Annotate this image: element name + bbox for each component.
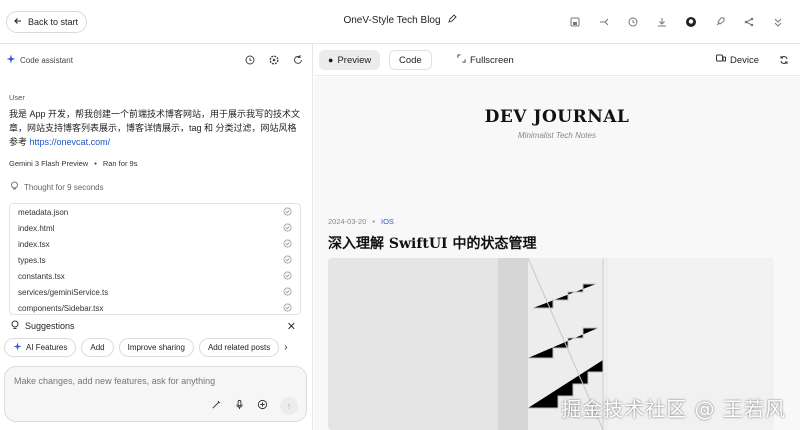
project-title-text: OneV-Style Tech Blog [343, 15, 441, 26]
chip-label: Add related posts [207, 343, 271, 352]
check-circle-icon [283, 302, 292, 314]
close-icon[interactable]: ✕ [287, 320, 296, 333]
device-label: Device [730, 54, 760, 66]
suggestions-header: Suggestions [10, 320, 75, 332]
tab-code-label: Code [399, 54, 422, 66]
watermark: 掘金技术社区 @ 王若风 [561, 397, 786, 421]
prompt-input[interactable]: Make changes, add new features, ask for … [4, 366, 307, 422]
edit-title-icon[interactable] [447, 14, 457, 27]
github-icon[interactable] [676, 12, 705, 32]
download-icon[interactable] [647, 12, 676, 32]
file-name: services/geminiService.ts [18, 287, 109, 297]
post-meta: 2024-03-20 • IOS [328, 217, 394, 226]
branch-icon[interactable] [589, 12, 618, 32]
dot-icon: ● [328, 55, 334, 65]
file-row[interactable]: constants.tsx [10, 268, 300, 284]
file-row[interactable]: services/geminiService.ts [10, 284, 300, 300]
chip-label: Improve sharing [127, 343, 185, 352]
history-icon[interactable] [244, 53, 256, 71]
preview-panel: ● Preview Code Fullscreen Device DEV JOU… [314, 44, 800, 430]
suggestions-title: Suggestions [25, 321, 75, 331]
chevron-right-icon[interactable]: › [284, 338, 296, 357]
add-icon[interactable] [257, 397, 268, 415]
prompt-placeholder: Make changes, add new features, ask for … [14, 376, 216, 386]
check-circle-icon [283, 270, 292, 282]
meta-dot: • [372, 217, 376, 226]
thought-toggle[interactable]: Thought for 9 seconds [10, 181, 104, 193]
tab-preview[interactable]: ● Preview [319, 50, 381, 70]
assistant-panel: Code assistant User 我是 App 开发，帮我创建一个前端技术… [0, 44, 313, 430]
share-icon[interactable] [734, 12, 763, 32]
post-tag[interactable]: IOS [381, 217, 394, 226]
microphone-icon[interactable] [234, 397, 245, 415]
tab-preview-label: Preview [337, 54, 372, 66]
assistant-label: Code assistant [20, 55, 73, 65]
check-circle-icon [283, 286, 292, 298]
file-name: metadata.json [18, 207, 69, 217]
chip-label: Add [90, 343, 105, 352]
send-button[interactable]: ↑ [280, 397, 298, 415]
rocket-icon[interactable] [705, 12, 734, 32]
suggestion-chip-ai-features[interactable]: AI Features [4, 338, 77, 357]
model-name: Gemini 3 Flash Preview [9, 159, 89, 168]
model-meta: Gemini 3 Flash Preview • Ran for 9s [9, 159, 137, 168]
file-row[interactable]: metadata.json [10, 204, 300, 220]
blog-subtitle: Minimalist Tech Notes [518, 131, 596, 140]
suggestion-chip-improve-sharing[interactable]: Improve sharing [118, 338, 194, 357]
assistant-header: Code assistant [6, 54, 73, 66]
file-row[interactable]: components/Sidebar.tsx [10, 300, 300, 314]
file-row[interactable]: index.html [10, 220, 300, 236]
post-title[interactable]: 深入理解 SwiftUI 中的状态管理 [328, 233, 536, 253]
user-message: 我是 App 开发，帮我创建一个前端技术博客网站，用于展示我写的技术文章，网站支… [9, 107, 301, 149]
file-name: index.tsx [18, 239, 50, 249]
file-row[interactable]: types.ts [10, 252, 300, 268]
device-button[interactable]: Device [707, 50, 768, 70]
history-icon[interactable] [618, 12, 647, 32]
magic-wand-icon[interactable] [211, 397, 222, 415]
save-icon[interactable] [560, 12, 589, 32]
top-bar: Back to start OneV-Style Tech Blog [0, 0, 800, 44]
check-circle-icon [283, 254, 292, 266]
top-actions [560, 12, 792, 32]
post-date: 2024-03-20 [328, 217, 367, 226]
settings-icon[interactable] [268, 53, 280, 71]
reference-link[interactable]: https://onevcat.com/ [30, 137, 111, 147]
file-name: index.html [18, 223, 55, 233]
user-label: User [9, 93, 25, 102]
chip-label: AI Features [26, 343, 68, 352]
fullscreen-button[interactable]: Fullscreen [448, 50, 523, 70]
check-circle-icon [283, 222, 292, 234]
file-name: components/Sidebar.tsx [18, 303, 104, 313]
run-time: Ran for 9s [102, 159, 138, 168]
collapse-icon[interactable] [763, 12, 792, 32]
file-name: types.ts [18, 255, 46, 265]
tab-code[interactable]: Code [389, 50, 432, 70]
file-list: metadata.json index.html index.tsx types.ts… [9, 203, 301, 315]
assistant-actions [244, 53, 304, 71]
thought-label: Thought for 9 seconds [24, 182, 104, 192]
check-circle-icon [283, 238, 292, 250]
preview-toolbar: ● Preview Code Fullscreen Device [314, 44, 800, 76]
suggestion-chips: AI Features Add Improve sharing Add rela… [4, 338, 304, 357]
lightbulb-icon [10, 181, 19, 193]
preview-canvas: DEV JOURNAL Minimalist Tech Notes 2024-0… [314, 77, 800, 430]
reload-icon[interactable] [770, 50, 798, 70]
file-name: constants.tsx [18, 271, 65, 281]
meta-dot: • [94, 159, 97, 168]
sparkle-icon [6, 54, 16, 66]
device-icon [716, 54, 726, 66]
blog-title[interactable]: DEV JOURNAL [314, 107, 800, 127]
sparkle-icon [13, 342, 22, 353]
suggestion-chip-add[interactable]: Add [81, 338, 114, 357]
lightbulb-sparkle-icon [10, 320, 20, 332]
expand-icon [457, 54, 466, 66]
suggestion-chip-related-posts[interactable]: Add related posts [198, 338, 280, 357]
fullscreen-label: Fullscreen [470, 54, 514, 66]
refresh-icon[interactable] [292, 53, 304, 71]
file-row[interactable]: index.tsx [10, 236, 300, 252]
check-circle-icon [283, 206, 292, 218]
input-tools: ↑ [211, 397, 298, 415]
